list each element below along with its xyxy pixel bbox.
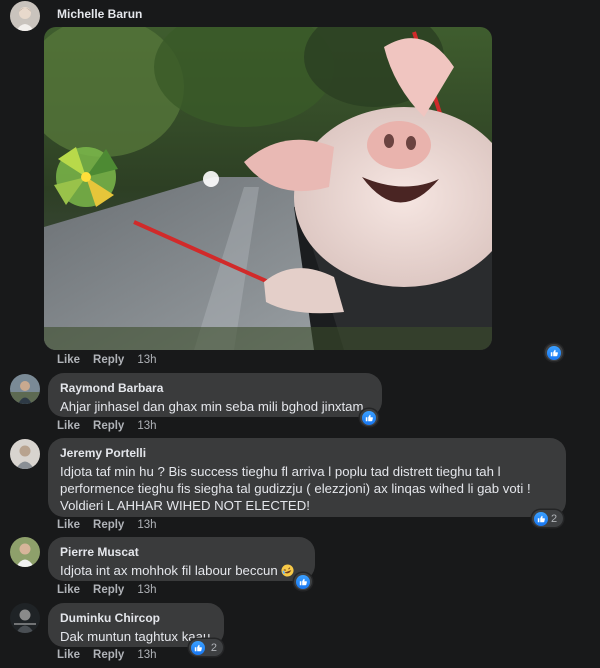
avatar-raymond-barbara[interactable] (10, 374, 40, 404)
timestamp[interactable]: 13h (137, 354, 156, 366)
comment-actions: Like Reply 13h (57, 519, 157, 531)
avatar-jeremy-portelli[interactable] (10, 439, 40, 469)
comment-actions: Like Reply 13h (57, 584, 157, 596)
comment-author[interactable]: Raymond Barbara (60, 381, 370, 395)
comment-text-line: Idjota taf min hu ? Bis success tieghu f… (60, 464, 501, 479)
rolling-laughing-emoji-icon (281, 564, 294, 581)
comment-text-line: performence tieghu fis siegha tal gudizz… (60, 481, 531, 496)
like-link[interactable]: Like (57, 584, 80, 596)
like-icon (547, 345, 561, 360)
comment-text: Idjota int ax mohhok fil labour beccun (60, 563, 278, 578)
comment-photo-pig[interactable] (44, 27, 492, 350)
comment-text-wrap: Idjota int ax mohhok fil labour beccun (60, 562, 303, 581)
reply-link[interactable]: Reply (93, 649, 124, 661)
like-icon (534, 511, 548, 526)
reaction-summary[interactable]: 2 (189, 639, 223, 656)
like-link[interactable]: Like (57, 354, 80, 366)
reaction-count: 2 (551, 512, 558, 525)
reply-link[interactable]: Reply (93, 420, 124, 432)
timestamp[interactable]: 13h (137, 519, 156, 531)
reply-link[interactable]: Reply (93, 354, 124, 366)
reply-link[interactable]: Reply (93, 519, 124, 531)
timestamp[interactable]: 13h (137, 420, 156, 432)
comment-text: Ahjar jinhasel dan ghax min seba mili bg… (60, 399, 364, 414)
like-icon (362, 410, 376, 425)
like-link[interactable]: Like (57, 519, 80, 531)
comment-author[interactable]: Pierre Muscat (60, 545, 303, 559)
timestamp[interactable]: 13h (137, 584, 156, 596)
reaction-summary[interactable]: 2 (532, 510, 564, 527)
like-link[interactable]: Like (57, 649, 80, 661)
comment-author[interactable]: Michelle Barun (57, 7, 142, 21)
avatar-pierre-muscat[interactable] (10, 537, 40, 567)
comment-bubble: Raymond Barbara Ahjar jinhasel dan ghax … (48, 373, 382, 417)
reaction-summary[interactable] (294, 573, 312, 590)
timestamp[interactable]: 13h (137, 649, 156, 661)
reaction-count: 2 (210, 641, 217, 654)
comment-author[interactable]: Jeremy Portelli (60, 446, 554, 460)
comment-bubble: Jeremy Portelli Idjota taf min hu ? Bis … (48, 438, 566, 517)
reply-link[interactable]: Reply (93, 584, 124, 596)
comment-text-line: Voldieri L AHHAR WIHED NOT ELECTED! (60, 498, 310, 513)
reaction-summary[interactable] (360, 409, 378, 426)
reaction-summary[interactable] (545, 344, 563, 361)
comment-actions: Like Reply 13h (57, 420, 157, 432)
comment-actions: Like Reply 13h (57, 354, 157, 366)
like-link[interactable]: Like (57, 420, 80, 432)
comment-actions: Like Reply 13h (57, 649, 157, 661)
like-icon (191, 640, 205, 655)
like-icon (296, 574, 310, 589)
avatar-duminku-chircop[interactable] (10, 603, 40, 633)
comment-author[interactable]: Duminku Chircop (60, 611, 212, 625)
avatar-michelle-barun[interactable] (10, 1, 40, 31)
comment-bubble: Pierre Muscat Idjota int ax mohhok fil l… (48, 537, 315, 581)
